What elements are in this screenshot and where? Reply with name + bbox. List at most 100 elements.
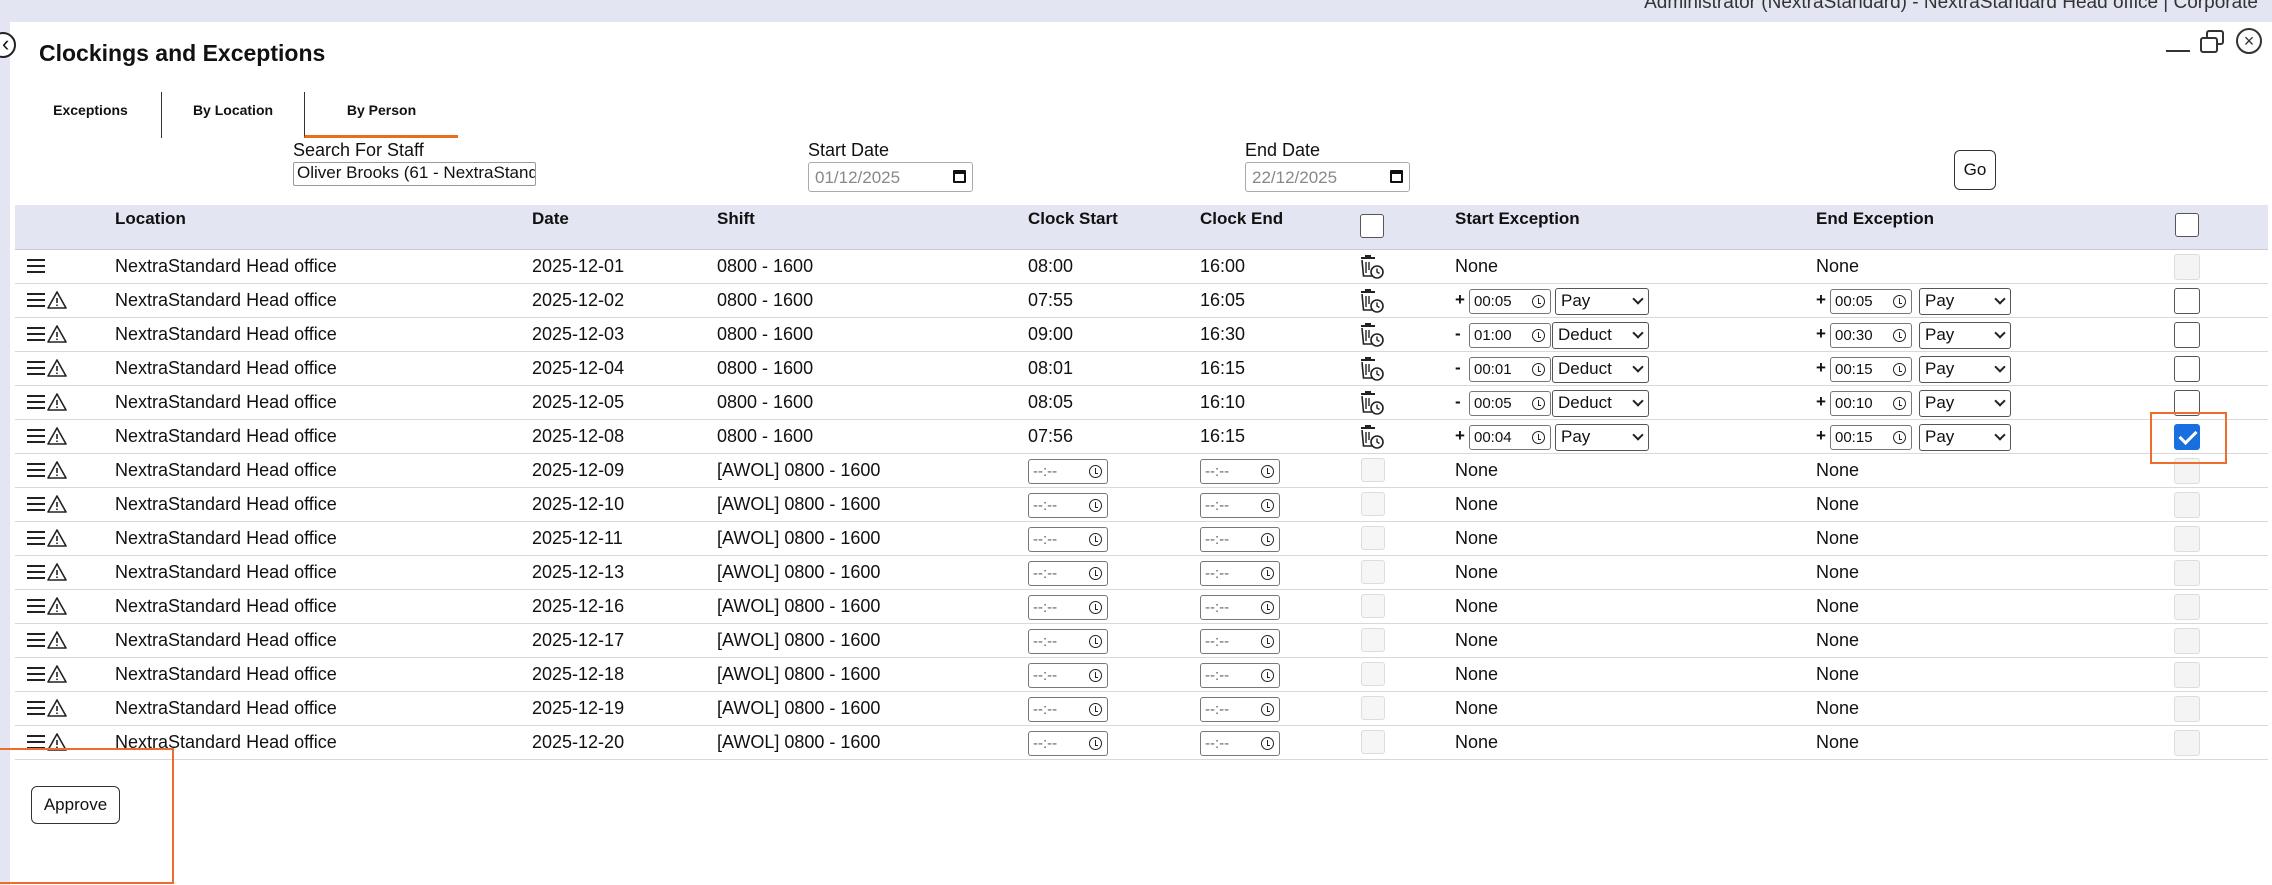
menu-icon[interactable] bbox=[27, 531, 45, 545]
clock-start-input[interactable]: --:-- bbox=[1028, 459, 1108, 484]
clock-icon[interactable] bbox=[1532, 329, 1545, 342]
menu-icon[interactable] bbox=[27, 565, 45, 579]
minimize-icon[interactable] bbox=[2164, 28, 2192, 56]
menu-icon[interactable] bbox=[27, 429, 45, 443]
tab-by-person[interactable]: By Person bbox=[304, 92, 458, 138]
clock-icon[interactable] bbox=[1893, 295, 1906, 308]
clock-icon[interactable] bbox=[1089, 567, 1102, 580]
clock-end-input[interactable]: --:-- bbox=[1200, 731, 1280, 756]
delete-clocking-icon[interactable] bbox=[1359, 390, 1385, 416]
clock-end-input[interactable]: --:-- bbox=[1200, 493, 1280, 518]
clock-icon[interactable] bbox=[1532, 397, 1545, 410]
clock-icon[interactable] bbox=[1893, 329, 1906, 342]
clock-icon[interactable] bbox=[1261, 533, 1274, 546]
start-exception-action-select[interactable]: Deduct bbox=[1552, 390, 1649, 417]
start-date-input[interactable]: 01/12/2025 bbox=[808, 162, 973, 192]
start-exception-time[interactable]: 01:00 bbox=[1469, 323, 1551, 348]
clock-icon[interactable] bbox=[1089, 499, 1102, 512]
menu-icon[interactable] bbox=[27, 293, 45, 307]
clock-icon[interactable] bbox=[1261, 635, 1274, 648]
clock-icon[interactable] bbox=[1893, 363, 1906, 376]
close-icon[interactable]: × bbox=[2236, 28, 2262, 54]
clock-icon[interactable] bbox=[1893, 431, 1906, 444]
end-date-input[interactable]: 22/12/2025 bbox=[1245, 162, 1410, 192]
delete-clocking-icon[interactable] bbox=[1359, 424, 1385, 450]
delete-clocking-icon[interactable] bbox=[1359, 288, 1385, 314]
clock-icon[interactable] bbox=[1532, 363, 1545, 376]
clock-start-input[interactable]: --:-- bbox=[1028, 629, 1108, 654]
clock-icon[interactable] bbox=[1532, 431, 1545, 444]
clock-icon[interactable] bbox=[1089, 465, 1102, 478]
clock-icon[interactable] bbox=[1261, 567, 1274, 580]
approve-row-checkbox[interactable] bbox=[2174, 322, 2200, 348]
menu-icon[interactable] bbox=[27, 735, 45, 749]
start-exception-action-select[interactable]: Pay bbox=[1555, 288, 1649, 315]
clock-start-input[interactable]: --:-- bbox=[1028, 697, 1108, 722]
end-exception-action-select[interactable]: Pay bbox=[1919, 356, 2011, 383]
select-all-delete-checkbox[interactable] bbox=[1360, 214, 1384, 238]
menu-icon[interactable] bbox=[27, 497, 45, 511]
start-exception-time[interactable]: 00:05 bbox=[1469, 391, 1551, 416]
delete-clocking-icon[interactable] bbox=[1359, 322, 1385, 348]
clock-icon[interactable] bbox=[1261, 737, 1274, 750]
clock-end-input[interactable]: --:-- bbox=[1200, 527, 1280, 552]
clock-start-input[interactable]: --:-- bbox=[1028, 663, 1108, 688]
approve-row-checkbox[interactable] bbox=[2174, 288, 2200, 314]
clock-icon[interactable] bbox=[1261, 703, 1274, 716]
clock-start-input[interactable]: --:-- bbox=[1028, 731, 1108, 756]
menu-icon[interactable] bbox=[27, 599, 45, 613]
clock-icon[interactable] bbox=[1532, 295, 1545, 308]
calendar-icon[interactable] bbox=[953, 170, 966, 183]
go-button[interactable]: Go bbox=[1954, 150, 1996, 190]
clock-icon[interactable] bbox=[1089, 601, 1102, 614]
clock-icon[interactable] bbox=[1089, 703, 1102, 716]
clock-end-input[interactable]: --:-- bbox=[1200, 697, 1280, 722]
clock-icon[interactable] bbox=[1089, 669, 1102, 682]
tab-by-location[interactable]: By Location bbox=[162, 92, 304, 138]
clock-start-input[interactable]: --:-- bbox=[1028, 595, 1108, 620]
clock-icon[interactable] bbox=[1261, 465, 1274, 478]
menu-icon[interactable] bbox=[27, 259, 45, 273]
start-exception-time[interactable]: 00:04 bbox=[1469, 425, 1551, 450]
clock-start-input[interactable]: --:-- bbox=[1028, 561, 1108, 586]
staff-search-input[interactable]: Oliver Brooks (61 - NextraStandard Head … bbox=[293, 162, 536, 186]
menu-icon[interactable] bbox=[27, 361, 45, 375]
clock-end-input[interactable]: --:-- bbox=[1200, 459, 1280, 484]
end-exception-action-select[interactable]: Pay bbox=[1919, 424, 2011, 451]
clock-icon[interactable] bbox=[1261, 669, 1274, 682]
clock-icon[interactable] bbox=[1261, 601, 1274, 614]
clock-start-input[interactable]: --:-- bbox=[1028, 493, 1108, 518]
clock-icon[interactable] bbox=[1089, 737, 1102, 750]
end-exception-time[interactable]: 00:30 bbox=[1830, 323, 1912, 348]
clock-icon[interactable] bbox=[1089, 635, 1102, 648]
clock-end-input[interactable]: --:-- bbox=[1200, 629, 1280, 654]
menu-icon[interactable] bbox=[27, 667, 45, 681]
menu-icon[interactable] bbox=[27, 701, 45, 715]
start-exception-action-select[interactable]: Pay bbox=[1555, 424, 1649, 451]
clock-start-input[interactable]: --:-- bbox=[1028, 527, 1108, 552]
end-exception-action-select[interactable]: Pay bbox=[1919, 322, 2011, 349]
menu-icon[interactable] bbox=[27, 327, 45, 341]
restore-icon[interactable] bbox=[2198, 28, 2228, 56]
clock-end-input[interactable]: --:-- bbox=[1200, 595, 1280, 620]
approve-row-checkbox[interactable] bbox=[2174, 356, 2200, 382]
start-exception-time[interactable]: 00:05 bbox=[1469, 289, 1551, 314]
start-exception-time[interactable]: 00:01 bbox=[1469, 357, 1551, 382]
menu-icon[interactable] bbox=[27, 633, 45, 647]
start-exception-action-select[interactable]: Deduct bbox=[1552, 322, 1649, 349]
end-exception-time[interactable]: 00:15 bbox=[1830, 425, 1912, 450]
delete-clocking-icon[interactable] bbox=[1359, 254, 1385, 280]
end-exception-action-select[interactable]: Pay bbox=[1919, 390, 2011, 417]
clock-icon[interactable] bbox=[1089, 533, 1102, 546]
clock-icon[interactable] bbox=[1893, 397, 1906, 410]
menu-icon[interactable] bbox=[27, 395, 45, 409]
tab-exceptions[interactable]: Exceptions bbox=[20, 92, 162, 138]
menu-icon[interactable] bbox=[27, 463, 45, 477]
calendar-icon[interactable] bbox=[1390, 170, 1403, 183]
clock-end-input[interactable]: --:-- bbox=[1200, 663, 1280, 688]
select-all-approve-checkbox[interactable] bbox=[2175, 213, 2199, 237]
end-exception-time[interactable]: 00:15 bbox=[1830, 357, 1912, 382]
clock-end-input[interactable]: --:-- bbox=[1200, 561, 1280, 586]
end-exception-time[interactable]: 00:10 bbox=[1830, 391, 1912, 416]
end-exception-time[interactable]: 00:05 bbox=[1830, 289, 1912, 314]
